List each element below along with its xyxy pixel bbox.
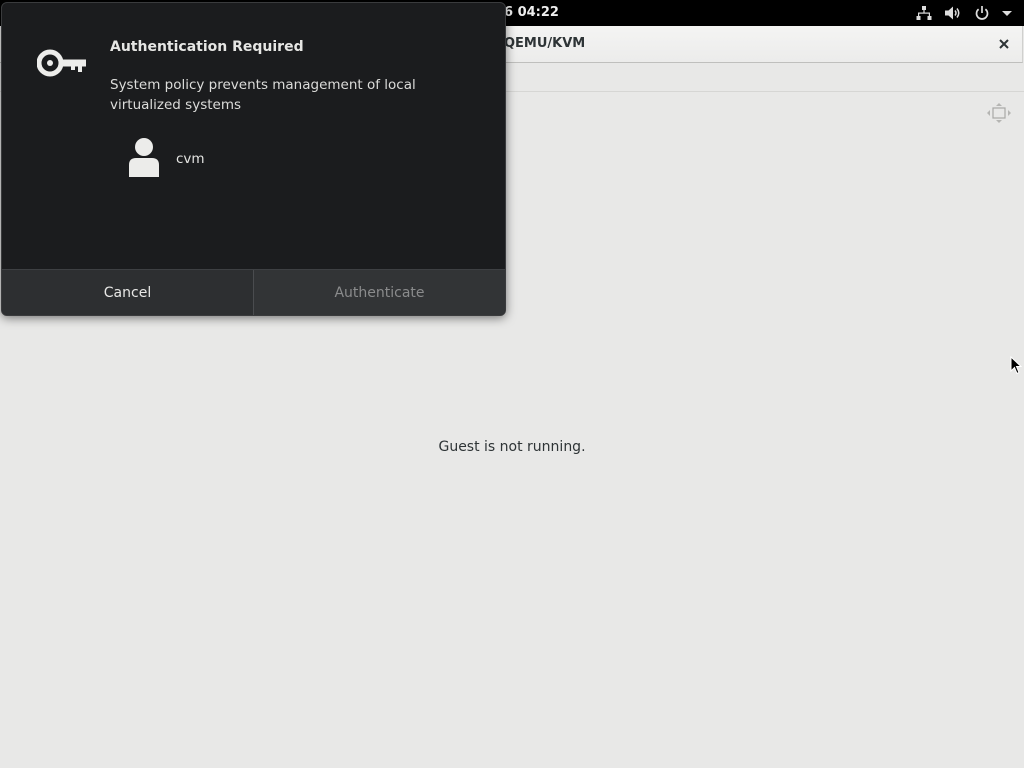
user-entry: cvm: [128, 137, 205, 181]
avatar-user-icon: [128, 137, 160, 181]
close-icon[interactable]: [994, 34, 1014, 54]
username-label: cvm: [176, 151, 205, 167]
authenticate-button[interactable]: Authenticate: [254, 270, 505, 315]
dialog-message: System policy prevents management of loc…: [110, 77, 416, 113]
network-icon[interactable]: [916, 5, 932, 21]
menu-arrow-icon[interactable]: [1002, 5, 1012, 21]
mouse-pointer-icon: [1010, 355, 1023, 380]
cancel-button[interactable]: Cancel: [2, 270, 254, 315]
window-title: QEMU/KVM: [504, 36, 586, 51]
guest-status-text: Guest is not running.: [438, 439, 586, 455]
clock[interactable]: 6 04:22: [504, 0, 559, 26]
authentication-dialog: Authentication Required System policy pr…: [1, 2, 506, 316]
power-icon[interactable]: [974, 5, 990, 21]
dialog-button-row: Cancel Authenticate: [2, 269, 505, 315]
volume-icon[interactable]: [944, 5, 962, 21]
key-icon: [36, 47, 87, 83]
system-tray[interactable]: [916, 0, 1012, 26]
dialog-title: Authentication Required: [110, 39, 304, 55]
fullscreen-icon[interactable]: [987, 103, 1011, 127]
